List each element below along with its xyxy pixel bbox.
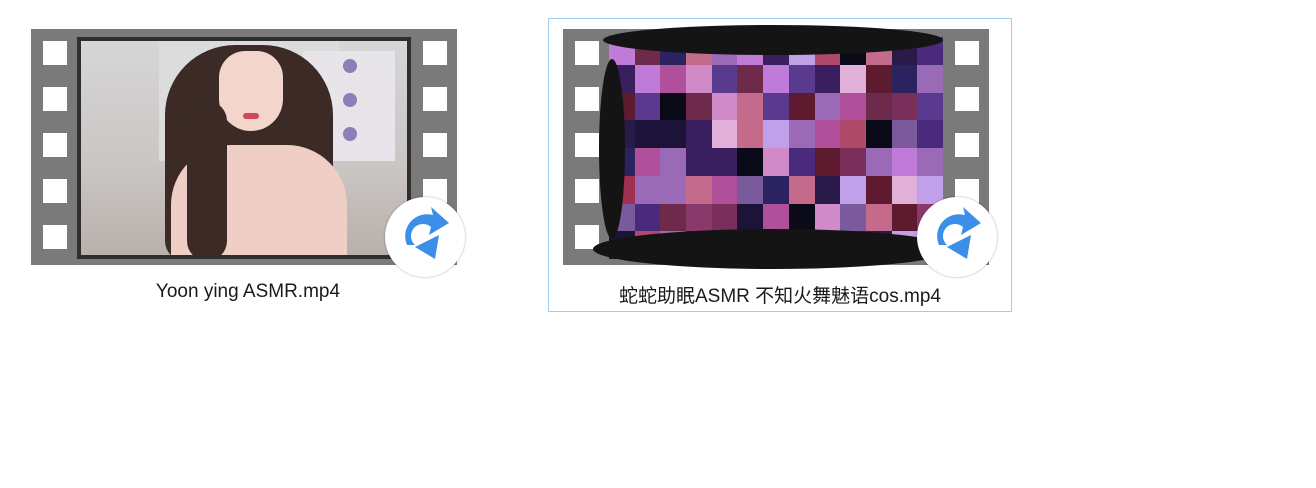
mosaic-tile bbox=[634, 64, 661, 93]
mosaic-tile bbox=[686, 203, 712, 232]
mosaic-tile bbox=[917, 148, 943, 176]
film-hole bbox=[423, 133, 447, 157]
mosaic-tile bbox=[917, 64, 943, 93]
mosaic-tile bbox=[686, 120, 712, 148]
mosaic-tile bbox=[840, 148, 866, 176]
thumbnail-frame bbox=[77, 37, 411, 259]
film-strip-left bbox=[31, 29, 77, 265]
mosaic-tile bbox=[891, 203, 918, 232]
mosaic-tile bbox=[865, 92, 892, 121]
mosaic-tile bbox=[814, 92, 841, 121]
mosaic-tile bbox=[763, 120, 789, 148]
mosaic-tile bbox=[840, 175, 866, 204]
file-item-yoon-ying[interactable]: Yoon ying ASMR.mp4 bbox=[0, 18, 465, 312]
mosaic-tile bbox=[840, 120, 866, 148]
film-hole bbox=[575, 133, 599, 157]
mosaic-tile bbox=[737, 92, 764, 121]
mosaic-tile bbox=[763, 203, 789, 232]
mosaic-tile bbox=[711, 120, 738, 148]
mosaic-tile bbox=[865, 175, 892, 204]
mosaic-tile bbox=[634, 175, 661, 204]
shortcut-arrow-icon bbox=[917, 197, 997, 277]
mosaic-tile bbox=[814, 175, 841, 204]
mosaic-tile bbox=[634, 203, 661, 232]
redaction-scribble bbox=[603, 25, 943, 55]
film-hole bbox=[575, 179, 599, 203]
mosaic-tile bbox=[686, 64, 712, 93]
mosaic-tile bbox=[788, 175, 815, 204]
mosaic-tile bbox=[737, 148, 764, 176]
mosaic-tile bbox=[788, 148, 815, 176]
mosaic-tile bbox=[634, 120, 661, 148]
file-name-label[interactable]: Yoon ying ASMR.mp4 bbox=[17, 281, 479, 303]
mosaic-tile bbox=[814, 203, 841, 232]
redaction-scribble bbox=[593, 229, 953, 269]
mosaic-tile bbox=[660, 120, 687, 148]
film-hole bbox=[955, 87, 979, 111]
mosaic-tile bbox=[840, 64, 866, 93]
mosaic-tile bbox=[917, 120, 943, 148]
mosaic-tile bbox=[865, 120, 892, 148]
pixelated-image bbox=[609, 37, 943, 259]
mosaic-tile bbox=[686, 175, 712, 204]
mosaic-tile bbox=[737, 120, 764, 148]
shortcut-arrow-icon bbox=[385, 197, 465, 277]
mosaic-tile bbox=[711, 92, 738, 121]
mosaic-tile bbox=[840, 203, 866, 232]
film-hole bbox=[43, 179, 67, 203]
mosaic-tile bbox=[865, 64, 892, 93]
film-hole bbox=[955, 133, 979, 157]
mosaic-tile bbox=[711, 203, 738, 232]
film-hole bbox=[423, 87, 447, 111]
mosaic-tile bbox=[660, 64, 687, 93]
mosaic-tile bbox=[711, 175, 738, 204]
mosaic-tile bbox=[737, 203, 764, 232]
mosaic-tile bbox=[763, 92, 789, 121]
mosaic-tile bbox=[814, 148, 841, 176]
film-hole bbox=[575, 41, 599, 65]
redaction-scribble bbox=[599, 59, 625, 239]
mosaic-tile bbox=[788, 120, 815, 148]
mosaic-tile bbox=[763, 175, 789, 204]
mosaic-tile bbox=[788, 92, 815, 121]
thumbnail-frame-censored bbox=[609, 37, 943, 259]
film-hole bbox=[43, 87, 67, 111]
mosaic-tile bbox=[737, 175, 764, 204]
mosaic-tile bbox=[917, 92, 943, 121]
mosaic-tile bbox=[814, 64, 841, 93]
mosaic-tile bbox=[660, 148, 687, 176]
mosaic-tile bbox=[686, 92, 712, 121]
mosaic-tile bbox=[891, 92, 918, 121]
mosaic-tile bbox=[865, 148, 892, 176]
mosaic-tile bbox=[891, 148, 918, 176]
mosaic-tile bbox=[814, 120, 841, 148]
film-hole bbox=[423, 41, 447, 65]
mosaic-tile bbox=[788, 64, 815, 93]
mosaic-tile bbox=[891, 120, 918, 148]
mosaic-tile bbox=[840, 92, 866, 121]
mosaic-tile bbox=[660, 92, 687, 121]
mosaic-tile bbox=[763, 64, 789, 93]
mosaic-tile bbox=[788, 203, 815, 232]
mosaic-tile bbox=[660, 175, 687, 204]
mosaic-tile bbox=[763, 148, 789, 176]
mosaic-tile bbox=[634, 92, 661, 121]
film-hole bbox=[575, 87, 599, 111]
mosaic-tile bbox=[711, 148, 738, 176]
mosaic-tile bbox=[891, 175, 918, 204]
mosaic-tile bbox=[660, 203, 687, 232]
mosaic-tile bbox=[634, 148, 661, 176]
mosaic-tile bbox=[737, 64, 764, 93]
mosaic-tile bbox=[865, 203, 892, 232]
film-hole bbox=[43, 41, 67, 65]
film-hole bbox=[43, 225, 67, 249]
file-item-shesheasmr[interactable]: 蛇蛇助眠ASMR 不知火舞魅语cos.mp4 bbox=[548, 18, 1012, 312]
film-hole bbox=[43, 133, 67, 157]
mosaic-tile bbox=[686, 148, 712, 176]
mosaic-tile bbox=[891, 64, 918, 93]
thumbnail-image bbox=[81, 41, 407, 255]
film-hole bbox=[955, 41, 979, 65]
file-name-label[interactable]: 蛇蛇助眠ASMR 不知火舞魅语cos.mp4 bbox=[549, 281, 1011, 308]
mosaic-tile bbox=[711, 64, 738, 93]
